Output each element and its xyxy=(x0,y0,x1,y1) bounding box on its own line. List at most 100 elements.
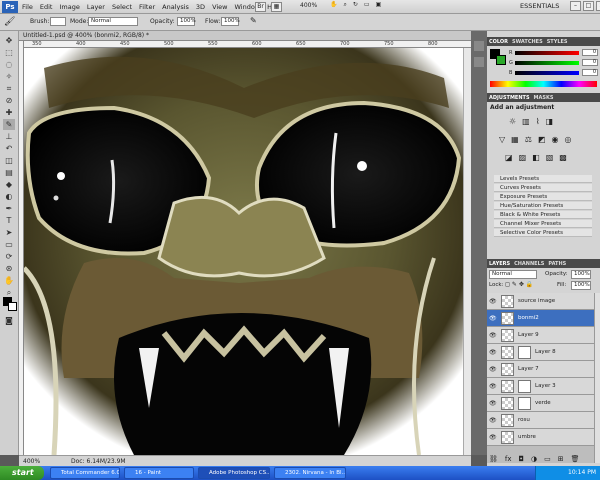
layers-scrollbar[interactable] xyxy=(594,293,600,463)
posterize-icon[interactable]: ▨ xyxy=(519,153,527,162)
menu-image[interactable]: Image xyxy=(59,3,79,11)
brush-tool-icon[interactable]: 🖌 xyxy=(4,17,15,27)
preset-exposure[interactable]: Exposure Presets xyxy=(494,193,592,201)
opacity-field[interactable]: 100% xyxy=(177,17,196,26)
zoom-level[interactable]: 400% xyxy=(300,2,317,9)
invert-icon[interactable]: ◪ xyxy=(505,153,513,162)
tab-layers[interactable]: LAYERS xyxy=(489,261,510,267)
hand-icon[interactable]: ✋ xyxy=(330,1,337,9)
layer-mask-thumbnail[interactable] xyxy=(518,346,531,359)
visibility-eye-icon[interactable]: 👁 xyxy=(489,434,497,441)
brightness-icon[interactable]: ☼ xyxy=(509,117,516,126)
menu-filter[interactable]: Filter xyxy=(139,3,155,11)
preset-hue-saturation[interactable]: Hue/Saturation Presets xyxy=(494,202,592,210)
close-icon[interactable]: × xyxy=(596,1,600,11)
layer-row[interactable]: 👁 umbre xyxy=(487,429,594,446)
layer-row[interactable]: 👁 source image xyxy=(487,293,594,310)
green-value[interactable]: 0 xyxy=(582,59,598,66)
vibrance-icon[interactable]: ▽ xyxy=(499,135,505,144)
crop-tool-icon[interactable]: ⌗ xyxy=(3,83,15,94)
color-ramp[interactable] xyxy=(490,81,597,87)
arrange-documents-icon[interactable]: ▭ xyxy=(364,1,370,9)
tab-channels[interactable]: CHANNELS xyxy=(514,261,544,267)
tab-masks[interactable]: MASKS xyxy=(534,95,554,101)
layer-row-selected[interactable]: 👁 bonmi2 xyxy=(487,310,594,327)
new-layer-icon[interactable]: ⊞ xyxy=(558,455,564,463)
layer-mask-thumbnail[interactable] xyxy=(518,397,531,410)
tray-clock[interactable]: 10:14 PM xyxy=(568,469,596,476)
blue-value[interactable]: 0 xyxy=(582,69,598,76)
threshold-icon[interactable]: ◧ xyxy=(532,153,540,162)
tab-styles[interactable]: STYLES xyxy=(547,39,568,45)
tab-adjustments[interactable]: ADJUSTMENTS xyxy=(489,95,530,101)
move-tool-icon[interactable]: ✥ xyxy=(3,35,15,46)
ruler-toggle-icon[interactable]: ▦ xyxy=(271,2,282,12)
menu-layer[interactable]: Layer xyxy=(87,3,105,11)
visibility-eye-icon[interactable]: 👁 xyxy=(489,417,497,424)
flow-field[interactable]: 100% xyxy=(221,17,240,26)
selective-color-icon[interactable]: ▩ xyxy=(559,153,567,162)
dodge-tool-icon[interactable]: ◐ xyxy=(3,191,15,202)
type-tool-icon[interactable]: T xyxy=(3,215,15,226)
preset-curves[interactable]: Curves Presets xyxy=(494,184,592,192)
layer-opacity-field[interactable]: 100% xyxy=(571,270,591,279)
pen-tool-icon[interactable]: ✒ xyxy=(3,203,15,214)
preset-black-white[interactable]: Black & White Presets xyxy=(494,211,592,219)
menu-analysis[interactable]: Analysis xyxy=(162,3,189,11)
layer-style-icon[interactable]: fx xyxy=(505,455,512,463)
maximize-icon[interactable]: □ xyxy=(583,1,594,11)
layer-row[interactable]: 👁 Layer 3 xyxy=(487,378,594,395)
exposure-icon[interactable]: ◨ xyxy=(546,117,554,126)
curves-icon[interactable]: ⌇ xyxy=(536,117,540,126)
bridge-icon[interactable]: Br xyxy=(255,2,266,12)
visibility-eye-icon[interactable]: 👁 xyxy=(489,349,497,356)
document-canvas[interactable] xyxy=(24,48,471,455)
canvas-scrollbar[interactable] xyxy=(463,48,471,455)
shape-tool-icon[interactable]: ▭ xyxy=(3,239,15,250)
preset-channel-mixer[interactable]: Channel Mixer Presets xyxy=(494,220,592,228)
path-select-tool-icon[interactable]: ➤ xyxy=(3,227,15,238)
photo-filter-icon[interactable]: ◉ xyxy=(551,135,558,144)
mode-select[interactable]: Normal xyxy=(88,17,138,26)
document-tab[interactable]: Untitled-1.psd @ 400% (bonmi2, RGB/8) * xyxy=(19,31,479,41)
blend-mode-select[interactable]: Normal xyxy=(489,270,537,279)
preset-levels[interactable]: Levels Presets xyxy=(494,175,592,183)
fill-field[interactable]: 100% xyxy=(571,281,591,290)
gradient-tool-icon[interactable]: ▤ xyxy=(3,167,15,178)
visibility-eye-icon[interactable]: 👁 xyxy=(489,366,497,373)
red-value[interactable]: 0 xyxy=(582,49,598,56)
channel-mixer-icon[interactable]: ◎ xyxy=(564,135,571,144)
taskbar-item[interactable]: 16 - Paint xyxy=(124,467,194,479)
lasso-tool-icon[interactable]: ◌ xyxy=(3,59,15,70)
screen-mode-icon[interactable]: ▣ xyxy=(376,1,382,9)
quick-mask-icon[interactable]: ◙ xyxy=(3,315,15,326)
levels-icon[interactable]: ▥ xyxy=(522,117,530,126)
minimize-icon[interactable]: – xyxy=(570,1,581,11)
layer-row[interactable]: 👁 Layer 9 xyxy=(487,327,594,344)
lock-icons[interactable]: ◻ ✎ ✥ 🔒 xyxy=(505,281,533,288)
layer-mask-thumbnail[interactable] xyxy=(518,380,531,393)
gradient-map-icon[interactable]: ▧ xyxy=(546,153,554,162)
layer-row[interactable]: 👁 verde xyxy=(487,395,594,412)
visibility-eye-icon[interactable]: 👁 xyxy=(489,383,497,390)
layer-row[interactable]: 👁 Layer 7 xyxy=(487,361,594,378)
menu-edit[interactable]: Edit xyxy=(40,3,53,11)
brush-picker[interactable] xyxy=(50,17,66,26)
healing-tool-icon[interactable]: ✚ xyxy=(3,107,15,118)
red-slider[interactable] xyxy=(515,51,579,55)
color-background-swatch[interactable] xyxy=(496,55,506,65)
new-group-icon[interactable]: ▭ xyxy=(544,455,551,463)
tab-paths[interactable]: PATHS xyxy=(548,261,566,267)
blur-tool-icon[interactable]: ◆ xyxy=(3,179,15,190)
quick-select-tool-icon[interactable]: ✧ xyxy=(3,71,15,82)
green-slider[interactable] xyxy=(515,61,579,65)
hand-tool-icon[interactable]: ✋ xyxy=(3,275,15,286)
3d-orbit-tool-icon[interactable]: ⊛ xyxy=(3,263,15,274)
zoom-icon[interactable]: ⌕ xyxy=(343,1,346,9)
layer-row[interactable]: 👁 rosu xyxy=(487,412,594,429)
add-mask-icon[interactable]: ◘ xyxy=(519,455,525,463)
workspace-switcher[interactable]: ESSENTIALS xyxy=(520,2,559,10)
taskbar-item-active[interactable]: Adobe Photoshop CS... xyxy=(198,467,270,479)
tab-swatches[interactable]: SWATCHES xyxy=(512,39,543,45)
taskbar-item[interactable]: Total Commander 6.0... xyxy=(50,467,120,479)
